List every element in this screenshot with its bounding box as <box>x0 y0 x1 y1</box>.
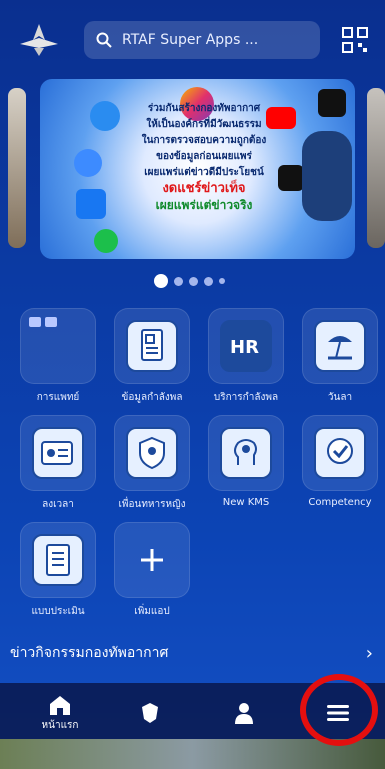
banner-line: ของข้อมูลก่อนเผยแพร่ <box>156 151 252 162</box>
carousel-dot[interactable] <box>174 276 183 286</box>
hr-icon: HR <box>230 337 259 358</box>
id-card-clock-icon <box>41 441 73 465</box>
qr-scan-icon[interactable] <box>341 26 369 54</box>
nav-airforce[interactable] <box>102 683 198 743</box>
plus-icon <box>141 549 163 571</box>
search-icon <box>96 32 112 48</box>
app-add-app[interactable] <box>114 522 190 598</box>
nav-home[interactable]: หน้าแรก <box>12 683 108 743</box>
top-bar: RTAF Super Apps ... <box>0 0 385 80</box>
banner-slide[interactable]: ร่วมกันสร้างกองทัพอากาศ ให้เป็นองค์กรที่… <box>40 79 355 259</box>
svg-text:HR: HR <box>230 337 259 358</box>
banner-line: ในการตรวจสอบความถูกต้อง <box>141 135 267 146</box>
search-bar[interactable]: RTAF Super Apps ... <box>84 21 320 59</box>
beach-umbrella-icon <box>328 336 352 360</box>
app-personnel-info[interactable] <box>114 308 190 384</box>
app-check-in[interactable] <box>20 415 96 491</box>
search-placeholder: RTAF Super Apps ... <box>122 32 259 48</box>
app-new-kms[interactable] <box>208 415 284 491</box>
app-leave-label: วันลา <box>327 392 353 403</box>
app-add-app-label: เพิ่มแอป <box>134 606 170 617</box>
carousel-prev-slide[interactable] <box>8 88 26 248</box>
head-gear-icon <box>234 439 257 465</box>
banner-red-text: งดแชร์ข่าวเท็จ <box>162 181 246 196</box>
medical-folder-icon <box>29 317 57 327</box>
banner-green-text: เผยแพร่แต่ข่าวจริง <box>155 198 253 212</box>
nav-home-label: หน้าแรก <box>41 719 79 731</box>
user-icon <box>235 703 253 724</box>
app-new-kms-label: New KMS <box>222 497 270 508</box>
banner-line: ให้เป็นองค์กรที่มีวัฒนธรรม <box>146 119 262 130</box>
banner-text: ร่วมกันสร้างกองทัพอากาศ ให้เป็นองค์กรที่… <box>114 101 294 213</box>
app-personnel-info-label: ข้อมูลกำลังพล <box>121 392 183 403</box>
shield-hands-icon <box>139 436 165 470</box>
menu-highlight-circle <box>300 674 378 746</box>
home-icon <box>50 695 70 715</box>
shield-emblem-icon <box>142 703 158 723</box>
cartoon-pilot-icon <box>302 131 352 221</box>
app-leave[interactable] <box>302 308 378 384</box>
app-medical[interactable] <box>20 308 96 384</box>
carousel-next-slide[interactable] <box>367 88 385 248</box>
carousel-dot[interactable] <box>189 276 198 286</box>
news-title: ข่าวกิจกรรมกองทัพอากาศ <box>10 645 169 661</box>
app-female-soldier-friend[interactable] <box>114 415 190 491</box>
messenger-icon <box>74 149 102 177</box>
clipboard-checklist-icon <box>46 544 70 576</box>
app-personnel-service[interactable]: HR <box>208 308 284 384</box>
banner-line: เผยแพร่แต่ข่าวดีมีประโยชน์ <box>144 167 264 178</box>
app-check-in-label: ลงเวลา <box>42 499 74 510</box>
app-competency[interactable] <box>302 415 378 491</box>
carousel-dot[interactable] <box>219 278 225 284</box>
carousel-dot[interactable] <box>154 274 168 288</box>
app-personnel-service-label: บริการกำลังพล <box>213 392 279 403</box>
id-document-icon <box>141 329 163 361</box>
nav-profile[interactable] <box>196 683 292 743</box>
carousel-dot[interactable] <box>204 276 213 286</box>
app-evaluation[interactable] <box>20 522 96 598</box>
chevron-right-icon: › <box>365 643 373 664</box>
app-female-soldier-friend-label: เพื่อนทหารหญิง <box>118 499 186 510</box>
facebook-icon <box>76 189 106 219</box>
news-section-header[interactable]: ข่าวกิจกรรมกองทัพอากาศ › <box>0 635 385 671</box>
badge-check-icon <box>327 438 353 464</box>
app-medical-label: การแพทย์ <box>36 392 80 403</box>
x-icon <box>318 89 346 117</box>
banner-line: ร่วมกันสร้างกองทัพอากาศ <box>147 103 261 114</box>
carousel-indicator <box>154 274 225 288</box>
rtaf-logo-icon[interactable] <box>18 22 60 58</box>
app-evaluation-label: แบบประเมิน <box>31 606 85 617</box>
app-competency-label: Competency <box>308 497 372 508</box>
line-icon <box>94 229 118 253</box>
